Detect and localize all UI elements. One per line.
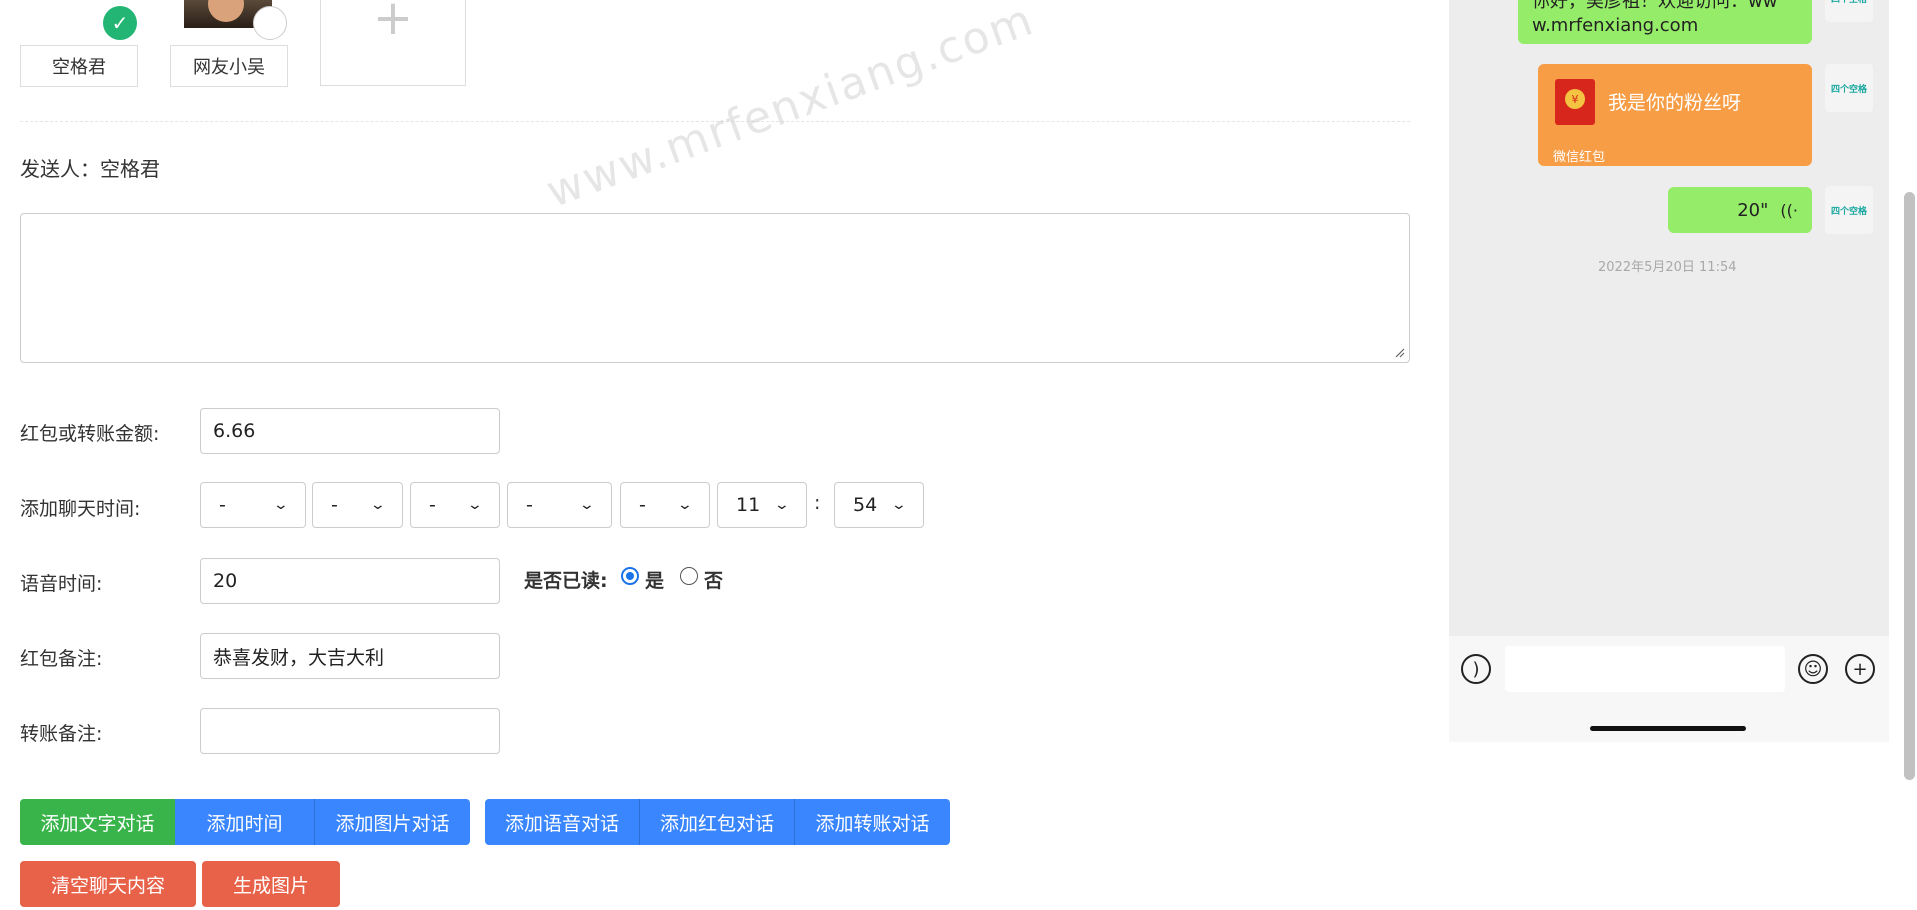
voice-label: 语音时间: [20, 573, 103, 595]
sender-avatar: 四个空格 [1825, 64, 1873, 112]
chevron-down-icon: ⌄ [676, 497, 694, 513]
redpacket-bubble: ¥ 我是你的粉丝呀 微信红包 [1538, 64, 1812, 166]
chevron-down-icon: ⌄ [272, 497, 290, 513]
sender-avatar: 四个空格 [1825, 0, 1873, 22]
resize-handle-icon[interactable] [1393, 346, 1405, 358]
day-select[interactable]: - ⌄ [410, 482, 500, 528]
chevron-down-icon: ⌄ [773, 497, 791, 513]
day-value: - [429, 494, 436, 516]
chevron-down-icon: ⌄ [578, 497, 596, 513]
redpacket-title: 我是你的粉丝呀 [1608, 92, 1742, 114]
voice-duration-input[interactable]: 20 [200, 558, 500, 604]
chevron-down-icon: ⌄ [890, 497, 908, 513]
unchecked-circle-icon [253, 6, 287, 40]
chevron-down-icon: ⌄ [466, 497, 484, 513]
voice-message-bubble: 20" ((· [1668, 187, 1812, 233]
add-image-button[interactable]: 添加图片对话 [315, 799, 470, 845]
time-separator: : [814, 492, 821, 514]
add-time-button[interactable]: 添加时间 [175, 799, 315, 845]
plus-icon[interactable]: + [1845, 654, 1875, 684]
message-line-1: 你好，吴彦祖！欢迎访问：ww [1532, 0, 1778, 12]
read-no-radio[interactable] [680, 567, 698, 585]
voice-input-icon[interactable]: ) [1461, 654, 1491, 684]
sender-label: 发送人： [20, 157, 100, 181]
divider [20, 121, 1410, 122]
minute-value: 54 [853, 494, 878, 516]
editor-panel: ✓ 空格君 网友小吴 + 发送人：空格君 www.mrfenxiang.com … [0, 0, 1430, 910]
amount-label: 红包或转账金额: [20, 423, 160, 445]
month-value: - [331, 494, 338, 516]
month-select[interactable]: - ⌄ [312, 482, 403, 528]
add-role-button[interactable]: + [320, 0, 466, 86]
chat-text-input[interactable] [1505, 646, 1785, 692]
period-select[interactable]: - ⌄ [620, 482, 710, 528]
message-content-textarea[interactable] [20, 213, 1410, 363]
transfer-note-label: 转账备注: [20, 723, 103, 745]
add-text-button[interactable]: 添加文字对话 [20, 799, 175, 845]
scrollbar[interactable] [1904, 192, 1915, 780]
sender-name: 空格君 [100, 157, 160, 181]
transfer-note-input[interactable] [200, 708, 500, 754]
role-name-1: 空格君 [20, 45, 138, 87]
check-icon: ✓ [103, 6, 137, 40]
read-yes-label[interactable]: 是 [645, 566, 664, 593]
redpacket-note-label: 红包备注: [20, 648, 103, 670]
sender-line: 发送人：空格君 [20, 153, 160, 182]
message-line-2: w.mrfenxiang.com [1532, 15, 1699, 36]
clear-chat-button[interactable]: 清空聊天内容 [20, 861, 196, 907]
add-voice-button[interactable]: 添加语音对话 [485, 799, 640, 845]
redpacket-footer: 微信红包 [1553, 150, 1606, 165]
sender-avatar: 四个空格 [1825, 186, 1873, 234]
amount-input[interactable]: 6.66 [200, 408, 500, 454]
add-redpacket-button[interactable]: 添加红包对话 [640, 799, 795, 845]
chat-time-label: 添加聊天时间: [20, 498, 141, 520]
watermark: www.mrfenxiang.com [540, 0, 1041, 218]
hour-select[interactable]: 11 ⌄ [717, 482, 807, 528]
year-select[interactable]: - ⌄ [200, 482, 306, 528]
home-indicator [1590, 726, 1746, 731]
chevron-down-icon: ⌄ [369, 497, 387, 513]
year-value: - [219, 494, 226, 516]
role-name-2: 网友小吴 [170, 45, 288, 87]
voice-wave-icon: ((· [1780, 200, 1798, 220]
weekday-select[interactable]: - ⌄ [507, 482, 612, 528]
text-message-bubble: 你好，吴彦祖！欢迎访问：ww w.mrfenxiang.com [1518, 0, 1812, 44]
chat-timestamp: 2022年5月20日 11:54 [1598, 260, 1737, 275]
hour-value: 11 [736, 494, 761, 516]
redpacket-icon: ¥ [1555, 79, 1595, 125]
voice-duration: 20" [1737, 199, 1769, 221]
read-yes-radio[interactable] [621, 567, 639, 585]
generate-image-button[interactable]: 生成图片 [202, 861, 340, 907]
period-value: - [639, 494, 646, 516]
read-no-label[interactable]: 否 [704, 566, 723, 593]
weekday-value: - [526, 494, 533, 516]
redpacket-note-input[interactable]: 恭喜发财，大吉大利 [200, 633, 500, 679]
read-status-label: 是否已读: [524, 570, 608, 592]
emoji-icon[interactable]: ☺ [1798, 654, 1828, 684]
minute-select[interactable]: 54 ⌄ [834, 482, 924, 528]
add-transfer-button[interactable]: 添加转账对话 [795, 799, 950, 845]
